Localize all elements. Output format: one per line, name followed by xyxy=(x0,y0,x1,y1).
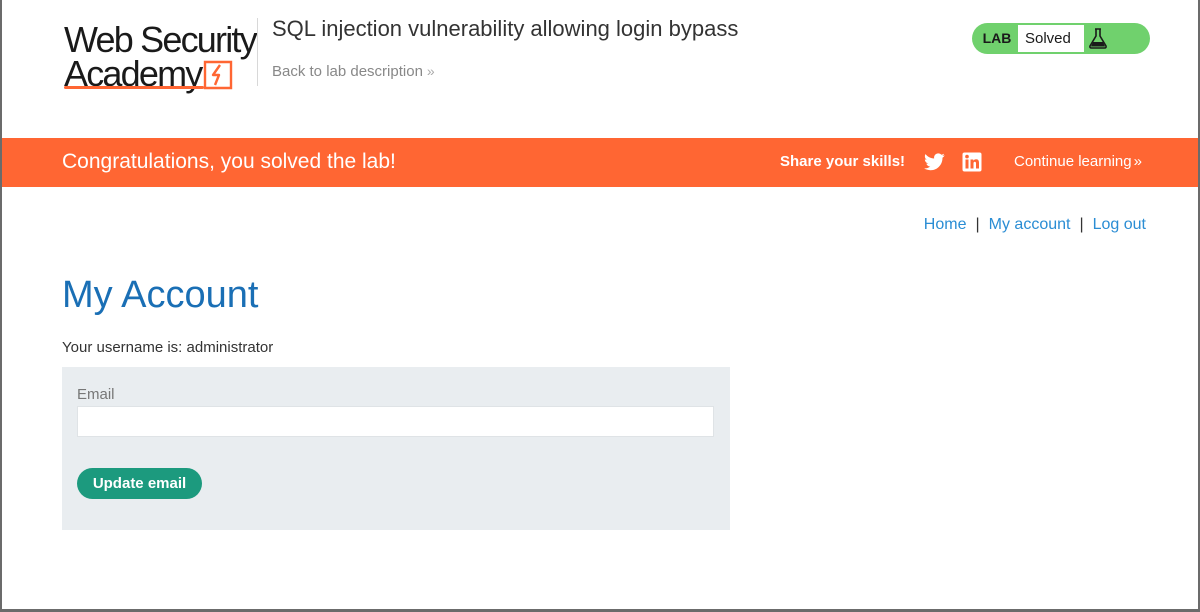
change-email-form: Email Update email xyxy=(62,367,730,530)
web-security-academy-logo[interactable]: Web Security Academy xyxy=(62,20,258,94)
browser-viewport: Web Security Academy SQL injection vulne… xyxy=(0,0,1200,612)
linkedin-icon[interactable] xyxy=(962,152,982,172)
lab-header: Web Security Academy SQL injection vulne… xyxy=(2,0,1198,138)
twitter-icon[interactable] xyxy=(924,153,945,171)
flask-icon xyxy=(1089,28,1107,49)
username-text: Your username is: administrator xyxy=(62,339,274,356)
header-divider xyxy=(257,18,258,86)
back-to-lab-description-link[interactable]: Back to lab description» xyxy=(272,63,435,80)
page-title: My Account xyxy=(62,274,259,316)
congratulations-message: Congratulations, you solved the lab! xyxy=(62,150,396,173)
update-email-button[interactable]: Update email xyxy=(77,468,202,499)
solved-banner: Congratulations, you solved the lab! Sha… xyxy=(2,138,1198,187)
nav-my-account-link[interactable]: My account xyxy=(989,216,1071,233)
nav-log-out-link[interactable]: Log out xyxy=(1093,216,1146,233)
back-link-label: Back to lab description xyxy=(272,63,423,80)
top-navigation: Home | My account | Log out xyxy=(924,216,1146,234)
lab-status-widget: LAB Solved xyxy=(972,23,1150,54)
lab-title: SQL injection vulnerability allowing log… xyxy=(272,16,739,41)
nav-separator: | xyxy=(975,216,980,233)
email-input[interactable] xyxy=(77,406,714,437)
lab-badge: LAB xyxy=(982,30,1012,46)
lab-status-text: Solved xyxy=(1018,25,1084,52)
double-chevron-right-icon: » xyxy=(1133,153,1142,170)
continue-learning-link[interactable]: Continue learning» xyxy=(1014,153,1142,170)
double-chevron-right-icon: » xyxy=(426,63,435,79)
logo-underline xyxy=(64,86,204,89)
nav-home-link[interactable]: Home xyxy=(924,216,967,233)
email-label: Email xyxy=(77,386,115,403)
lightning-bolt-icon xyxy=(203,60,233,90)
continue-learning-label: Continue learning xyxy=(1014,153,1132,170)
share-your-skills-label: Share your skills! xyxy=(780,153,906,170)
nav-separator: | xyxy=(1079,216,1084,233)
